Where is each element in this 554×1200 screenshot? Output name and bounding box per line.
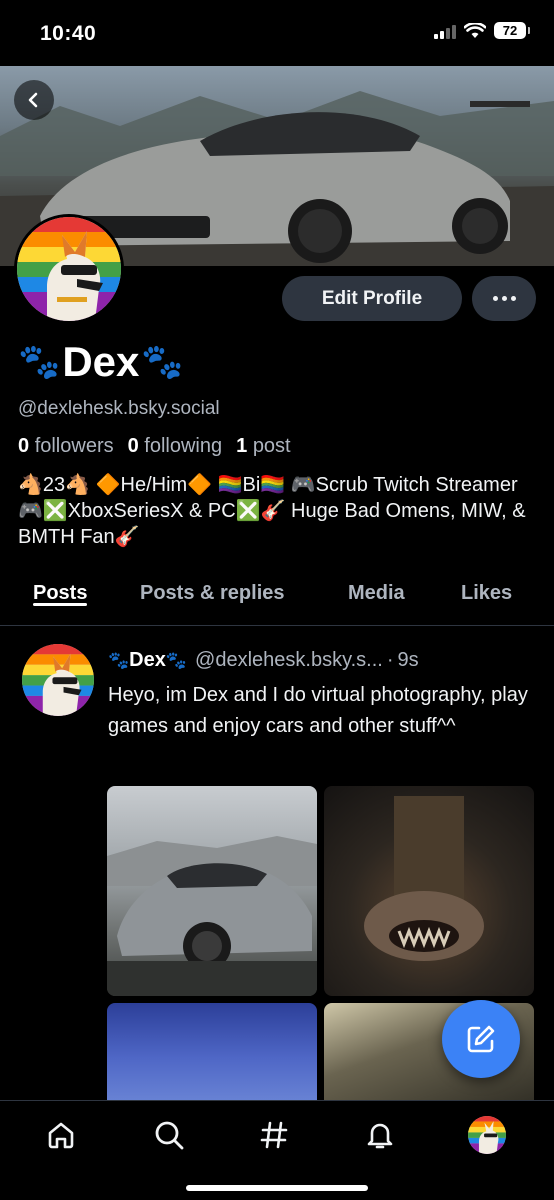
compose-post-button[interactable]: [442, 1000, 520, 1078]
post-author-handle[interactable]: @dexlehesk.bsky.s...: [195, 649, 383, 672]
profile-tabs: Posts Posts & replies Media Likes: [0, 570, 554, 626]
followers-stat[interactable]: 0 followers: [18, 435, 114, 458]
profile-stats: 0 followers 0 following 1 post: [18, 435, 291, 458]
nav-feeds[interactable]: [254, 1115, 294, 1155]
post-header: 🐾 Dex 🐾 @dexlehesk.bsky.s... · 9s: [108, 649, 538, 672]
profile-handle: @dexlehesk.bsky.social: [18, 398, 220, 419]
following-label: following: [144, 435, 223, 457]
home-icon: [48, 1122, 74, 1149]
display-name-text: Dex: [62, 338, 140, 385]
tab-posts-and-replies[interactable]: Posts & replies: [140, 570, 285, 605]
car-image: [107, 836, 317, 996]
status-bar: 10:40 72: [0, 0, 554, 66]
nav-profile[interactable]: [467, 1115, 507, 1155]
edit-profile-button[interactable]: Edit Profile: [282, 276, 462, 321]
nav-search[interactable]: [149, 1115, 189, 1155]
post-author-name[interactable]: Dex: [129, 649, 166, 672]
name-emoji-right: 🐾: [141, 343, 184, 381]
tab-posts[interactable]: Posts: [33, 570, 88, 606]
post-author-emoji-left: 🐾: [108, 650, 130, 670]
nav-avatar-image: [468, 1116, 506, 1154]
post-author-emoji-right: 🐾: [165, 650, 188, 670]
post-image-game-creature[interactable]: [324, 786, 534, 996]
search-icon: [155, 1121, 184, 1150]
bottom-navigation: [0, 1100, 554, 1200]
followers-count: 0: [18, 435, 30, 457]
post-image-car[interactable]: [107, 786, 317, 996]
profile-avatar[interactable]: [14, 214, 124, 324]
post-author-avatar[interactable]: [22, 644, 94, 716]
cellular-signal-icon: [434, 23, 456, 39]
nav-home[interactable]: [41, 1115, 81, 1155]
post-timestamp: 9s: [397, 649, 419, 671]
battery-icon: 72: [494, 22, 530, 39]
more-options-button[interactable]: [472, 276, 536, 321]
compose-icon: [467, 1025, 495, 1053]
status-icons: 72: [434, 22, 530, 39]
avatar-image: [17, 217, 121, 321]
profile-bio: 🐴23🐴 🔶He/Him🔶 🏳️‍🌈Bi🏳️‍🌈 🎮Scrub Twitch S…: [18, 474, 526, 548]
post-avatar-image: [22, 644, 94, 716]
more-icon: [491, 296, 518, 301]
followers-label: followers: [34, 435, 114, 457]
creature-image: [364, 796, 484, 961]
following-count: 0: [127, 435, 139, 457]
wifi-icon: [464, 22, 486, 38]
status-time: 10:40: [40, 22, 97, 45]
display-name: 🐾 Dex 🐾: [18, 338, 184, 386]
posts-count: 1: [236, 435, 248, 457]
nav-notifications[interactable]: [360, 1115, 400, 1155]
posts-stat: 1 post: [236, 435, 291, 458]
feeds-hash-icon: [260, 1121, 288, 1149]
notifications-bell-icon: [367, 1123, 393, 1149]
post-text: Heyo, im Dex and I do virtual photograph…: [108, 684, 528, 737]
tab-likes[interactable]: Likes: [461, 570, 512, 605]
posts-label: post: [252, 435, 291, 457]
following-stat[interactable]: 0 following: [128, 435, 223, 458]
back-arrow-icon: [28, 92, 38, 108]
back-button[interactable]: [14, 80, 54, 120]
tab-media[interactable]: Media: [348, 570, 405, 605]
post-image-blue-scene[interactable]: [107, 1003, 317, 1113]
home-indicator: [186, 1185, 368, 1191]
post-separator: ·: [386, 649, 394, 671]
nav-profile-avatar: [468, 1116, 506, 1154]
name-emoji-left: 🐾: [18, 343, 61, 381]
